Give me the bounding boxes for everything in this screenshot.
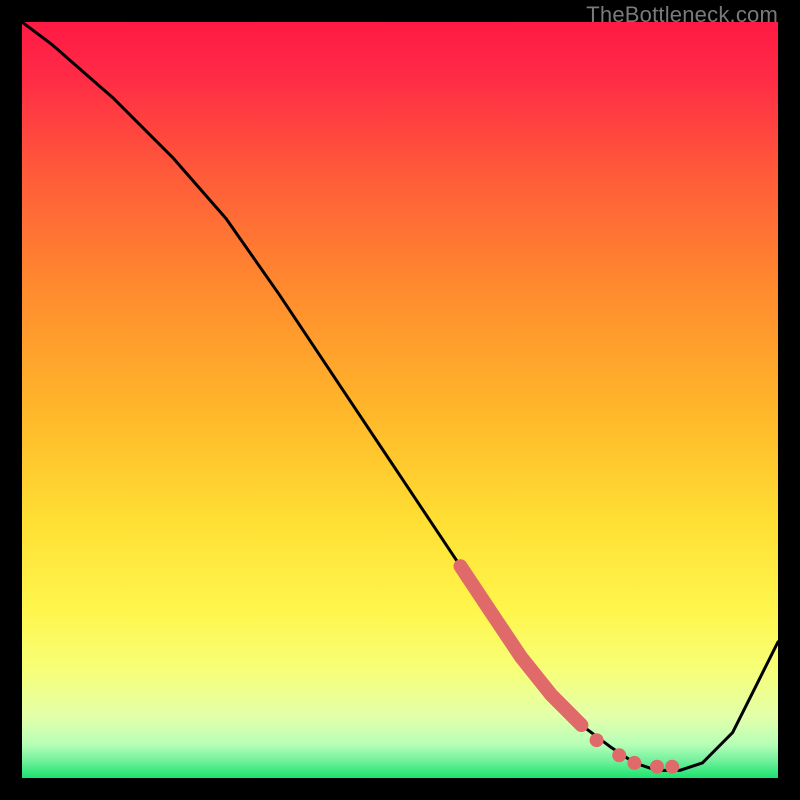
valley-marker [665, 760, 679, 774]
valley-marker [590, 733, 604, 747]
gradient-background [22, 22, 778, 778]
valley-marker [612, 748, 626, 762]
valley-marker [650, 760, 664, 774]
watermark-text: TheBottleneck.com [586, 2, 778, 28]
valley-marker [627, 756, 641, 770]
chart-stage: TheBottleneck.com [0, 0, 800, 800]
bottleneck-chart [22, 22, 778, 778]
